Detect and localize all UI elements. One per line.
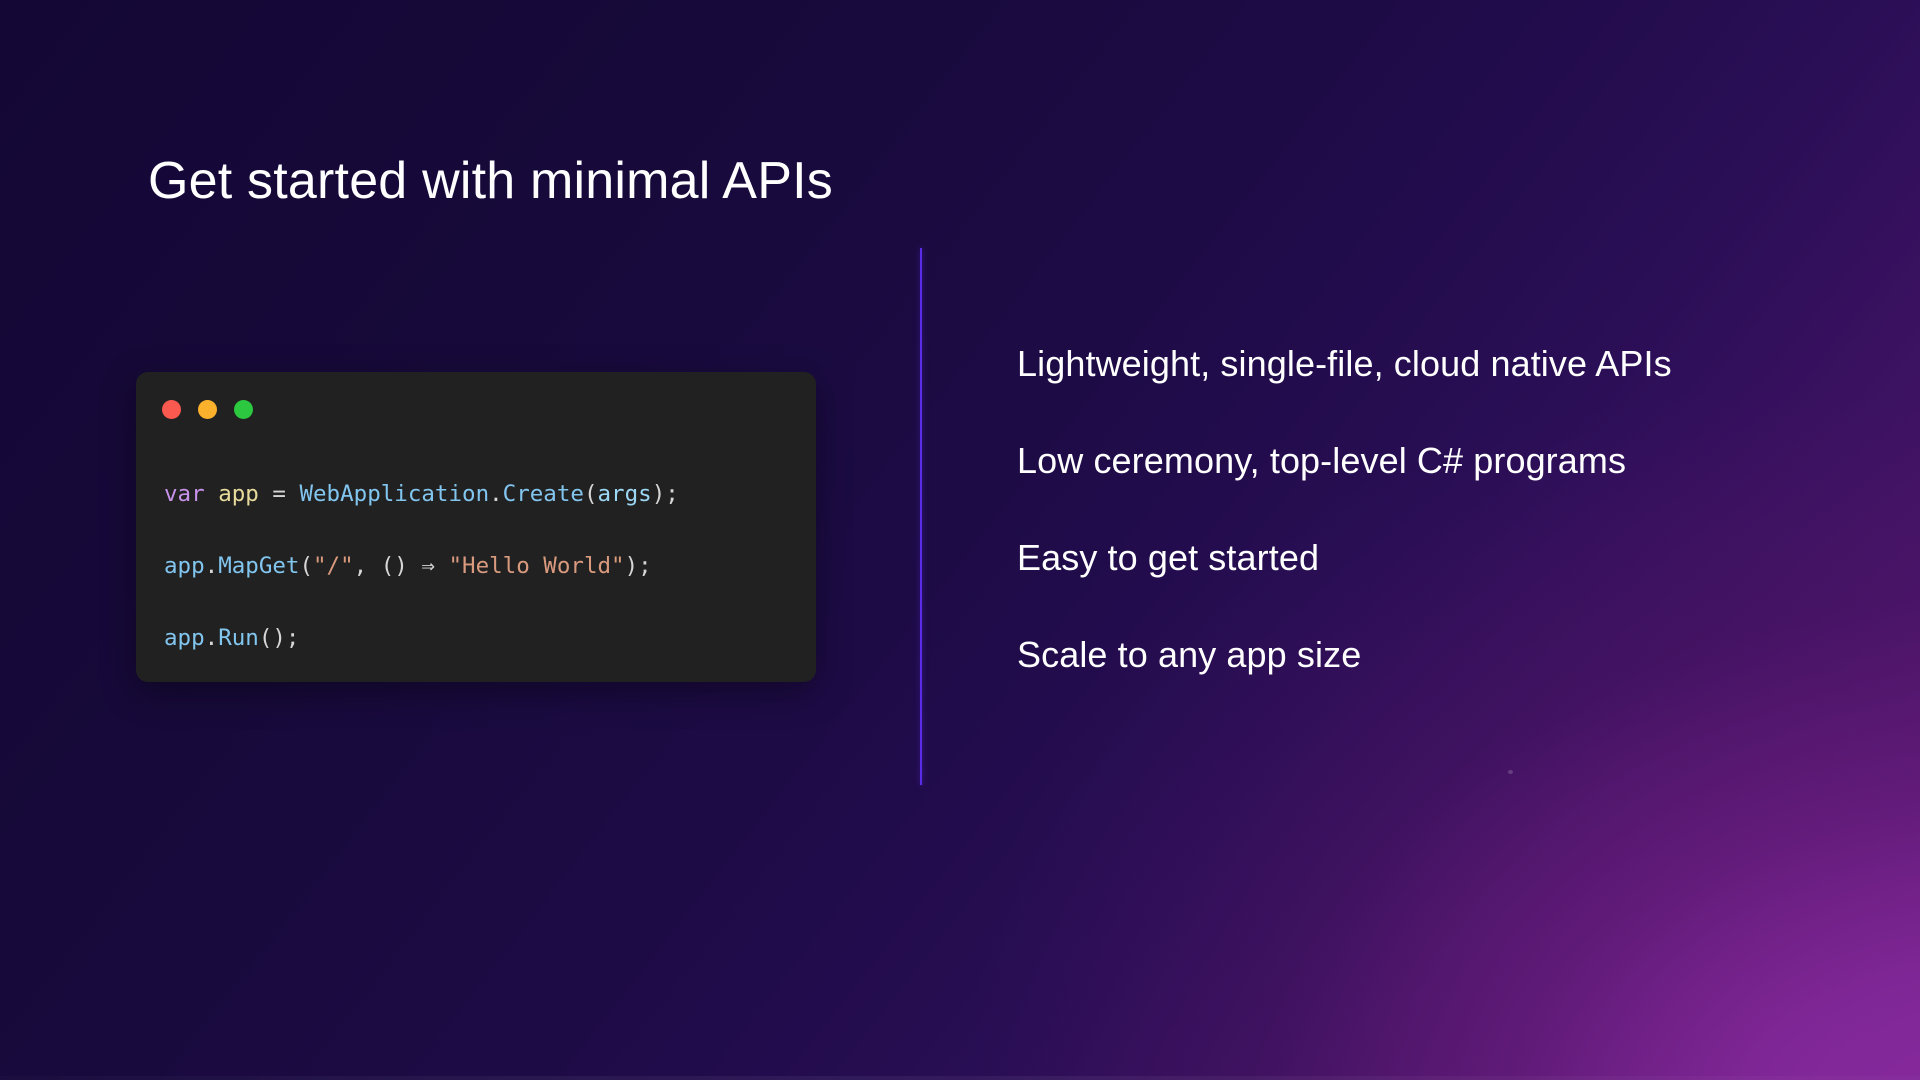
code-token: app [218,481,259,507]
code-token: MapGet [218,553,299,579]
code-token: "/" [313,553,354,579]
code-token: "Hello World" [448,553,624,579]
maximize-window-dot[interactable] [234,400,253,419]
close-window-dot[interactable] [162,400,181,419]
code-token: . [205,553,219,579]
code-token: ; [286,625,300,651]
code-token: ; [638,553,652,579]
code-token: ( [259,625,273,651]
code-token: () [381,553,408,579]
bullet-item: Lightweight, single-file, cloud native A… [1017,346,1837,382]
window-controls [162,400,253,419]
code-token: args [598,481,652,507]
code-token: Create [503,481,584,507]
page-title: Get started with minimal APIs [148,153,833,210]
code-token: ( [299,553,313,579]
code-token: WebApplication [299,481,489,507]
minimize-window-dot[interactable] [198,400,217,419]
code-token: ) [652,481,666,507]
code-token: var [164,481,205,507]
code-token [205,481,219,507]
code-token: ) [625,553,639,579]
code-token: Run [218,625,259,651]
code-token: app [164,553,205,579]
code-token: app [164,625,205,651]
bullet-item: Scale to any app size [1017,637,1837,673]
bullet-item: Low ceremony, top-level C# programs [1017,443,1837,479]
bullet-item: Easy to get started [1017,540,1837,576]
decorative-speck [1508,770,1513,774]
code-token: . [205,625,219,651]
code-line: var app = WebApplication.Create(args); [164,483,802,555]
code-token: , [354,553,381,579]
code-token: ( [584,481,598,507]
code-token: ⇒ [408,553,449,579]
code-token: . [489,481,503,507]
code-token: ; [665,481,679,507]
bullet-list: Lightweight, single-file, cloud native A… [1017,346,1837,673]
code-token: = [259,481,300,507]
code-line: app.Run(); [164,627,802,683]
slide-canvas: Get started with minimal APIs var app = … [0,0,1920,1080]
code-window: var app = WebApplication.Create(args);ap… [136,372,816,682]
bottom-light-strip [0,1076,1920,1080]
code-line: app.MapGet("/", () ⇒ "Hello World"); [164,555,802,627]
vertical-divider [920,248,922,785]
code-block: var app = WebApplication.Create(args);ap… [164,483,802,683]
code-token: ) [272,625,286,651]
